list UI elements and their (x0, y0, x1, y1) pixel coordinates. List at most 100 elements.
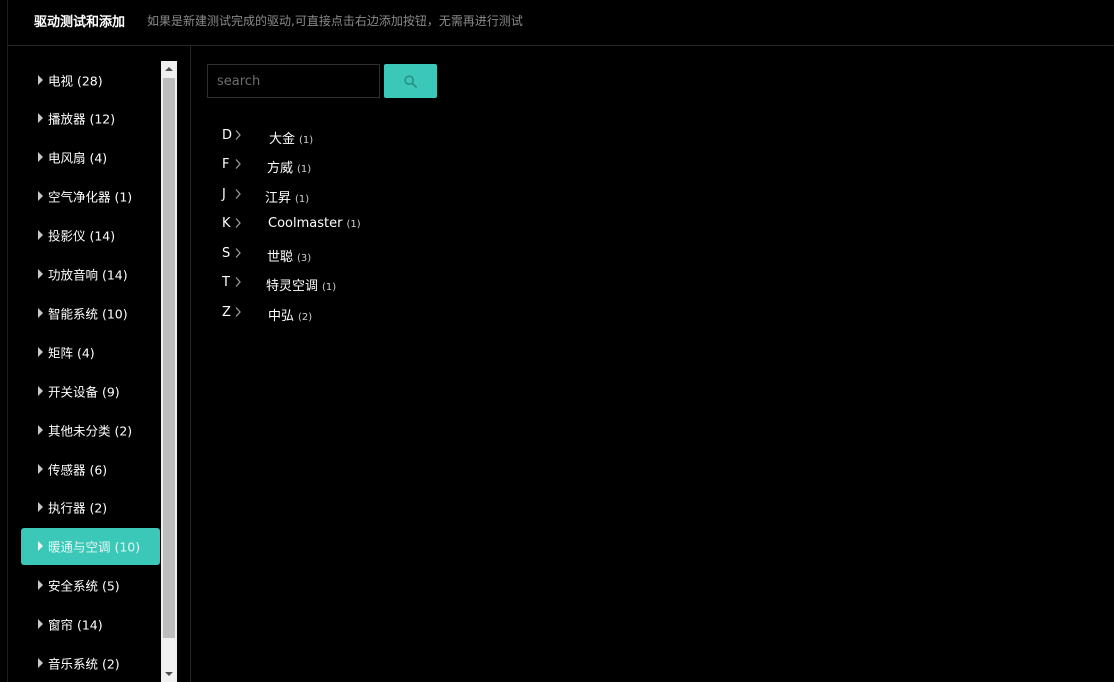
brand-item[interactable]: K Coolmaster (1) (222, 216, 482, 234)
caret-right-icon (38, 269, 43, 279)
sidebar-item-label: 其他未分类 (2) (48, 423, 133, 439)
brand-name: 江昇 (1) (265, 187, 309, 206)
brand-name-text: 中弘 (268, 309, 295, 324)
caret-right-icon (38, 74, 43, 85)
sidebar-scrollbar[interactable] (161, 61, 177, 682)
caret-right-icon (38, 619, 43, 630)
caret-right-icon (38, 152, 43, 163)
brand-item[interactable]: Z 中弘 (2) (222, 305, 482, 324)
chevron-right-icon (235, 307, 241, 317)
brand-letter: J (222, 187, 226, 202)
chevron-right-icon (235, 248, 241, 258)
sidebar-item-label: 暖通与空调 (10) (48, 539, 141, 555)
sidebar-item-label: 播放器 (12) (48, 111, 116, 127)
sidebar-item-label: 传感器 (6) (48, 462, 108, 477)
sidebar-item[interactable]: 智能系统 (10) (21, 294, 160, 331)
chevron-right-icon (235, 159, 241, 169)
brand-letter: F (222, 157, 230, 172)
search-icon (404, 75, 417, 88)
sidebar-item-label: 电风扇 (4) (48, 150, 108, 166)
sidebar-item-label: 空气净化器 (1) (48, 189, 133, 205)
chevron-right-icon (235, 189, 241, 199)
sidebar-item[interactable]: 电风扇 (4) (21, 139, 160, 176)
caret-right-icon (38, 541, 43, 552)
sidebar-item-label: 投影仪 (14) (48, 228, 116, 244)
chevron-right-icon (235, 277, 241, 287)
brand-name-text: 方威 (267, 161, 294, 176)
chevron-right-icon (235, 130, 241, 140)
caret-right-icon (38, 580, 43, 591)
brand-letter: K (222, 216, 231, 231)
brand-name-text: 大金 (269, 132, 296, 147)
sidebar-item[interactable]: 其他未分类 (2) (21, 411, 160, 448)
sidebar-item-label: 矩阵 (4) (48, 345, 95, 361)
brand-name: 中弘 (2) (268, 305, 312, 324)
sidebar-item-label: 执行器 (2) (48, 500, 108, 516)
search-input[interactable] (207, 64, 380, 98)
sidebar-item[interactable]: 安全系统 (5) (21, 567, 160, 604)
scroll-down-arrow-icon[interactable] (161, 666, 177, 682)
brand-name-text: 世聪 (267, 250, 294, 265)
sidebar-item[interactable]: 窗帘 (14) (21, 606, 160, 643)
sidebar-item[interactable]: 执行器 (2) (21, 489, 160, 526)
sidebar-item-label: 音乐系统 (2) (48, 656, 120, 672)
brand-item[interactable]: J 江昇 (1) (222, 187, 482, 206)
brand-count: (2) (298, 312, 313, 323)
sidebar-item-label: 电视 (28) (48, 73, 103, 88)
brand-name: 特灵空调 (1) (266, 275, 336, 294)
caret-right-icon (38, 191, 43, 202)
sidebar-item-label: 安全系统 (5) (48, 578, 120, 594)
page-title: 驱动测试和添加 (34, 15, 126, 30)
sidebar-item[interactable]: 矩阵 (4) (21, 333, 160, 370)
sidebar-item[interactable]: 开关设备 (9) (21, 372, 160, 409)
sidebar-item[interactable]: 音乐系统 (2) (21, 645, 160, 682)
sidebar-item[interactable]: 暖通与空调 (10) (21, 527, 160, 565)
sidebar-item-label: 功放音响 (14) (48, 267, 128, 283)
brand-count: (1) (322, 282, 337, 293)
brand-count: (1) (346, 219, 361, 230)
caret-right-icon (38, 113, 43, 124)
brand-letter: D (222, 128, 233, 143)
brand-name: Coolmaster (1) (268, 216, 361, 231)
sidebar-item[interactable]: 播放器 (12) (21, 100, 160, 137)
sidebar-item[interactable]: 空气净化器 (1) (21, 178, 160, 215)
sidebar-item[interactable]: 传感器 (6) (21, 450, 160, 487)
page-description: 如果是新建测试完成的驱动,可直接点击右边添加按钮，无需再进行测试 (147, 14, 523, 28)
caret-right-icon (38, 307, 43, 318)
brand-letter: S (222, 246, 231, 261)
sidebar-item[interactable]: 功放音响 (14) (21, 256, 160, 293)
scroll-thumb[interactable] (163, 78, 175, 638)
brand-name-text: Coolmaster (268, 216, 343, 231)
brand-name: 大金 (1) (269, 128, 313, 147)
caret-right-icon (38, 463, 43, 474)
caret-right-icon (38, 385, 43, 396)
caret-right-icon (38, 502, 43, 513)
brand-item[interactable]: T 特灵空调 (1) (222, 275, 482, 294)
sidebar-item-label: 窗帘 (14) (48, 617, 103, 633)
chevron-right-icon (235, 218, 241, 228)
brand-letter: T (222, 275, 230, 290)
brand-count: (1) (295, 194, 310, 205)
sidebar-item[interactable]: 投影仪 (14) (21, 217, 160, 254)
brand-item[interactable]: S 世聪 (3) (222, 246, 482, 265)
caret-right-icon (38, 424, 43, 435)
sidebar-item-label: 开关设备 (9) (48, 384, 120, 400)
scroll-up-arrow-icon[interactable] (161, 61, 177, 77)
brand-name-text: 特灵空调 (266, 279, 319, 294)
sidebar-item-label: 智能系统 (10) (48, 306, 128, 322)
category-sidebar: 电视 (28) 播放器 (12) 电风扇 (4) 空气净化器 (1) 投影仪 (… (21, 61, 161, 682)
brand-item[interactable]: D 大金 (1) (222, 128, 482, 147)
brand-count: (1) (297, 164, 312, 175)
sidebar-item[interactable]: 电视 (28) (21, 61, 160, 98)
search-button[interactable] (384, 64, 437, 98)
brand-item[interactable]: F 方威 (1) (222, 157, 482, 176)
brand-count: (3) (297, 253, 312, 264)
caret-right-icon (38, 346, 43, 357)
caret-right-icon (38, 230, 43, 241)
brand-name: 世聪 (3) (267, 246, 311, 265)
brand-name: 方威 (1) (267, 157, 311, 176)
caret-right-icon (38, 658, 43, 668)
brand-letter: Z (222, 305, 231, 320)
brand-count: (1) (299, 135, 314, 146)
brand-name-text: 江昇 (265, 191, 292, 206)
